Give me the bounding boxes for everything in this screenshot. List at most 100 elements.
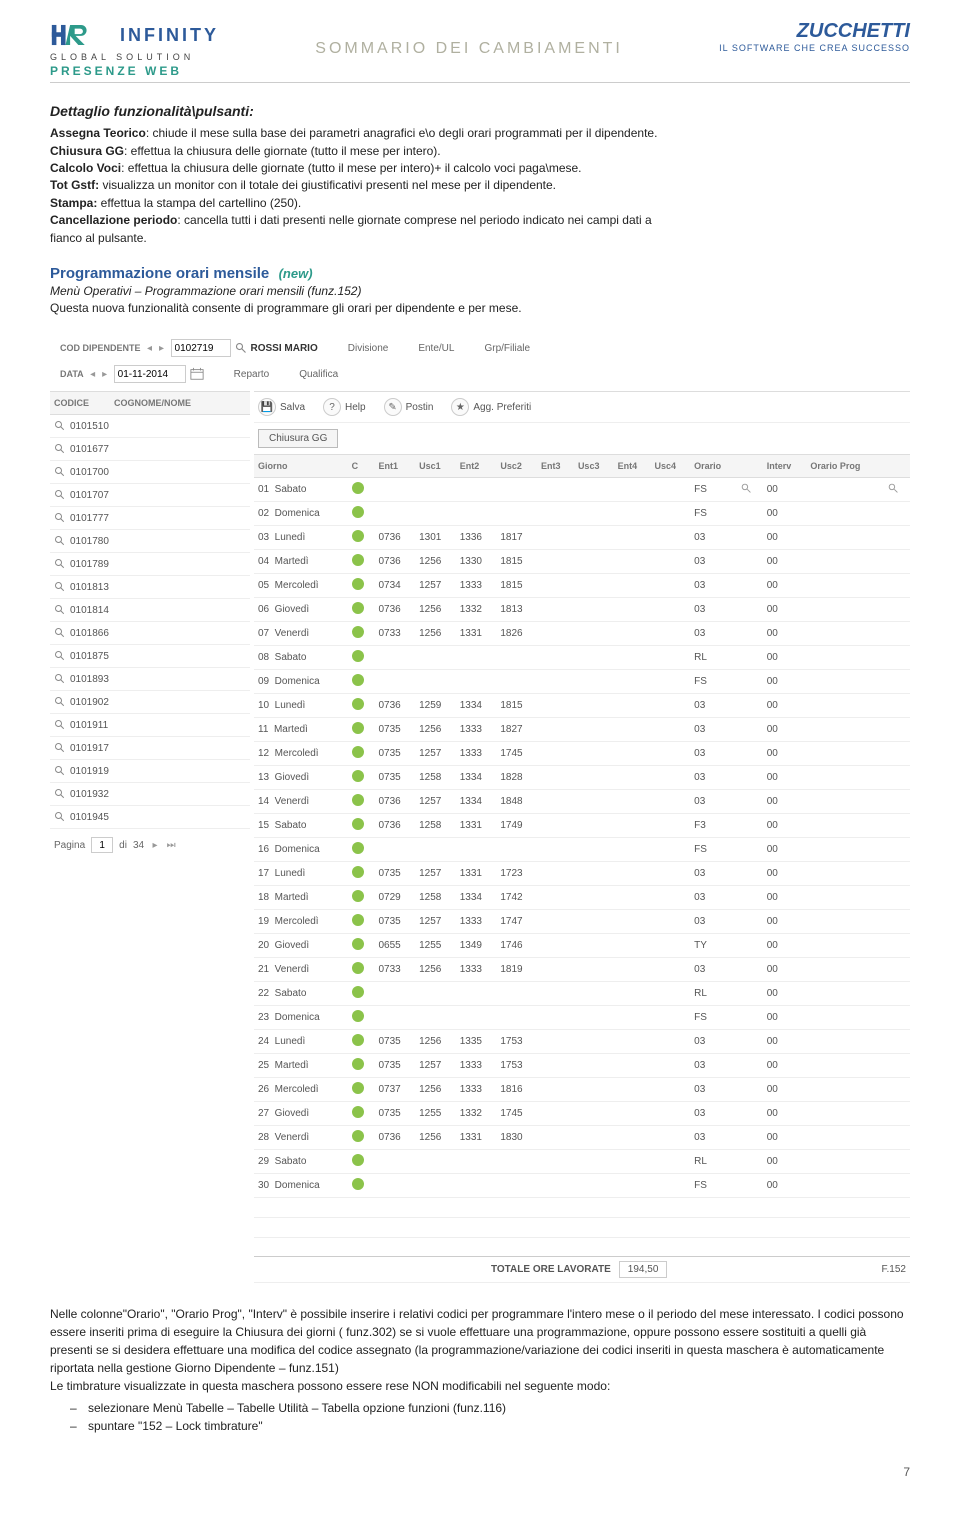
search-icon [54, 466, 66, 478]
list-item[interactable]: 0101932 [50, 783, 250, 806]
table-row[interactable]: 23 DomenicaFS00 [254, 1006, 910, 1030]
table-row [254, 1218, 910, 1238]
search-icon [54, 742, 66, 754]
table-row[interactable]: 15 Sabato0736125813311749F300 [254, 814, 910, 838]
table-row[interactable]: 12 Mercoledì07351257133317450300 [254, 742, 910, 766]
column-header: C [348, 455, 375, 478]
table-row[interactable]: 16 DomenicaFS00 [254, 838, 910, 862]
column-header: Ent4 [614, 455, 651, 478]
table-row[interactable]: 18 Martedì07291258133417420300 [254, 886, 910, 910]
chiusura-gg-button[interactable]: Chiusura GG [258, 429, 338, 448]
table-row[interactable]: 06 Giovedì07361256133218130300 [254, 598, 910, 622]
status-dot-icon [352, 554, 364, 566]
table-row[interactable]: 03 Lunedì07361301133618170300 [254, 526, 910, 550]
prev-dip-icon[interactable]: ◂ [145, 343, 155, 353]
list-item[interactable]: 0101707 [50, 484, 250, 507]
table-row[interactable]: 19 Mercoledì07351257133317470300 [254, 910, 910, 934]
pager-input[interactable] [91, 837, 113, 853]
next-date-icon[interactable]: ▸ [100, 369, 110, 379]
status-dot-icon [352, 1178, 364, 1190]
data-input[interactable] [114, 365, 186, 383]
list-item[interactable]: 0101677 [50, 438, 250, 461]
search-icon [54, 558, 66, 570]
status-dot-icon [352, 842, 364, 854]
pager-next-icon[interactable]: ▸ [150, 840, 160, 850]
list-item[interactable]: 0101780 [50, 530, 250, 553]
list-item[interactable]: 0101945 [50, 806, 250, 829]
ente-label: Ente/UL [418, 343, 454, 354]
table-row[interactable]: 02 DomenicaFS00 [254, 502, 910, 526]
help-button[interactable]: ?Help [323, 398, 366, 416]
table-row[interactable]: 13 Giovedì07351258133418280300 [254, 766, 910, 790]
cod-dip-input[interactable] [171, 339, 231, 357]
column-header: Orario [690, 455, 737, 478]
table-row[interactable]: 14 Venerdì07361257133418480300 [254, 790, 910, 814]
list-item[interactable]: 0101911 [50, 714, 250, 737]
table-row[interactable]: 28 Venerdì07361256133118300300 [254, 1126, 910, 1150]
calendar-icon[interactable] [190, 367, 204, 381]
table-row[interactable]: 21 Venerdì07331256133318190300 [254, 958, 910, 982]
search-dip-icon[interactable] [235, 342, 247, 354]
detail-line: Calcolo Voci: effettua la chiusura delle… [50, 160, 910, 177]
search-icon [54, 420, 66, 432]
list-item[interactable]: 0101902 [50, 691, 250, 714]
status-dot-icon [352, 986, 364, 998]
search-icon[interactable] [888, 483, 899, 494]
search-icon [54, 673, 66, 685]
save-icon: 💾 [258, 398, 276, 416]
list-item[interactable]: 0101510 [50, 415, 250, 438]
table-row[interactable]: 10 Lunedì07361259133418150300 [254, 694, 910, 718]
table-row[interactable]: 01 SabatoFS00 [254, 478, 910, 502]
table-row[interactable]: 24 Lunedì07351256133517530300 [254, 1030, 910, 1054]
table-row[interactable]: 11 Martedì07351256133318270300 [254, 718, 910, 742]
table-row[interactable]: 26 Mercoledì07371256133318160300 [254, 1078, 910, 1102]
page-number: 7 [50, 1465, 910, 1479]
table-row[interactable]: 29 SabatoRL00 [254, 1150, 910, 1174]
after-paragraph-1: Nelle colonne"Orario", "Orario Prog", "I… [50, 1305, 910, 1377]
table-row[interactable]: 25 Martedì07351257133317530300 [254, 1054, 910, 1078]
status-dot-icon [352, 890, 364, 902]
column-header: Interv [763, 455, 807, 478]
column-header [884, 455, 910, 478]
next-dip-icon[interactable]: ▸ [157, 343, 167, 353]
hr-logo-icon [50, 20, 114, 50]
table-row[interactable]: 05 Mercoledì07341257133318150300 [254, 574, 910, 598]
table-row[interactable]: 04 Martedì07361256133018150300 [254, 550, 910, 574]
table-row[interactable]: 17 Lunedì07351257133117230300 [254, 862, 910, 886]
search-icon [54, 811, 66, 823]
table-row[interactable]: 30 DomenicaFS00 [254, 1174, 910, 1198]
left-col-codice: CODICE [54, 398, 114, 408]
app-screenshot: COD DIPENDENTE ◂ ▸ ROSSI MARIO Divisione… [50, 331, 910, 1283]
search-icon [54, 627, 66, 639]
list-item[interactable]: 0101866 [50, 622, 250, 645]
status-dot-icon [352, 1034, 364, 1046]
list-item[interactable]: 0101919 [50, 760, 250, 783]
list-item[interactable]: 0101917 [50, 737, 250, 760]
preferiti-button[interactable]: ★Agg. Preferiti [451, 398, 531, 416]
table-row[interactable]: 27 Giovedì07351255133217450300 [254, 1102, 910, 1126]
list-item[interactable]: 0101777 [50, 507, 250, 530]
table-row[interactable]: 20 Giovedì0655125513491746TY00 [254, 934, 910, 958]
list-item[interactable]: 0101700 [50, 461, 250, 484]
list-item[interactable]: 0101893 [50, 668, 250, 691]
list-item[interactable]: 0101789 [50, 553, 250, 576]
table-row[interactable]: 09 DomenicaFS00 [254, 670, 910, 694]
column-header: Usc1 [415, 455, 456, 478]
list-item[interactable]: 0101814 [50, 599, 250, 622]
list-item[interactable]: 0101813 [50, 576, 250, 599]
list-item[interactable]: 0101875 [50, 645, 250, 668]
search-icon [54, 581, 66, 593]
table-row[interactable]: 22 SabatoRL00 [254, 982, 910, 1006]
status-dot-icon [352, 1010, 364, 1022]
salva-button[interactable]: 💾Salva [258, 398, 305, 416]
form-code: F.152 [713, 1257, 910, 1283]
postin-button[interactable]: ✎Postin [384, 398, 434, 416]
status-dot-icon [352, 1130, 364, 1142]
table-row[interactable]: 08 SabatoRL00 [254, 646, 910, 670]
search-icon[interactable] [741, 483, 752, 494]
table-row[interactable]: 07 Venerdì07331256133118260300 [254, 622, 910, 646]
pager-last-icon[interactable]: ⏭ [166, 840, 176, 850]
status-dot-icon [352, 794, 364, 806]
search-icon [54, 719, 66, 731]
prev-date-icon[interactable]: ◂ [88, 369, 98, 379]
